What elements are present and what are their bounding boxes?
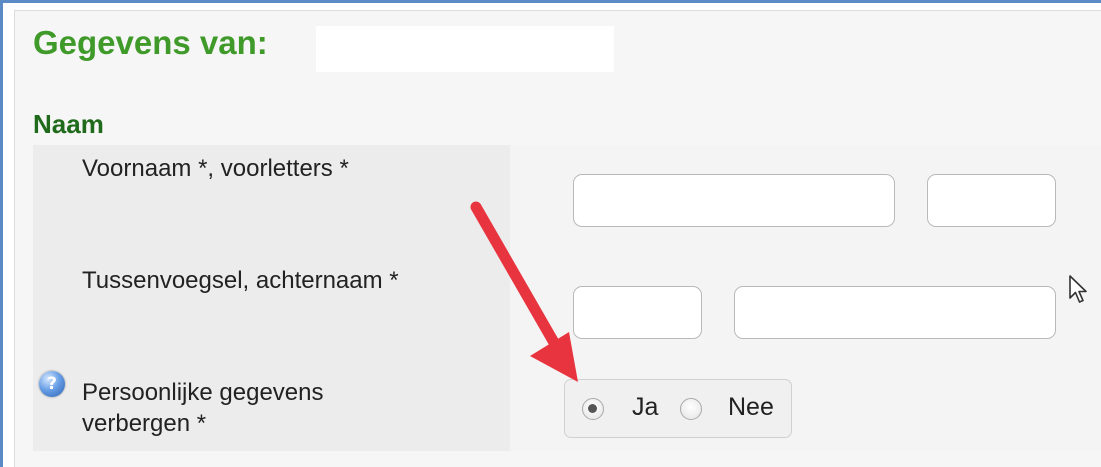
red-arrow-annotation — [470, 201, 578, 382]
arrow-shaft — [470, 201, 562, 352]
mouse-pointer-icon — [1069, 275, 1087, 303]
